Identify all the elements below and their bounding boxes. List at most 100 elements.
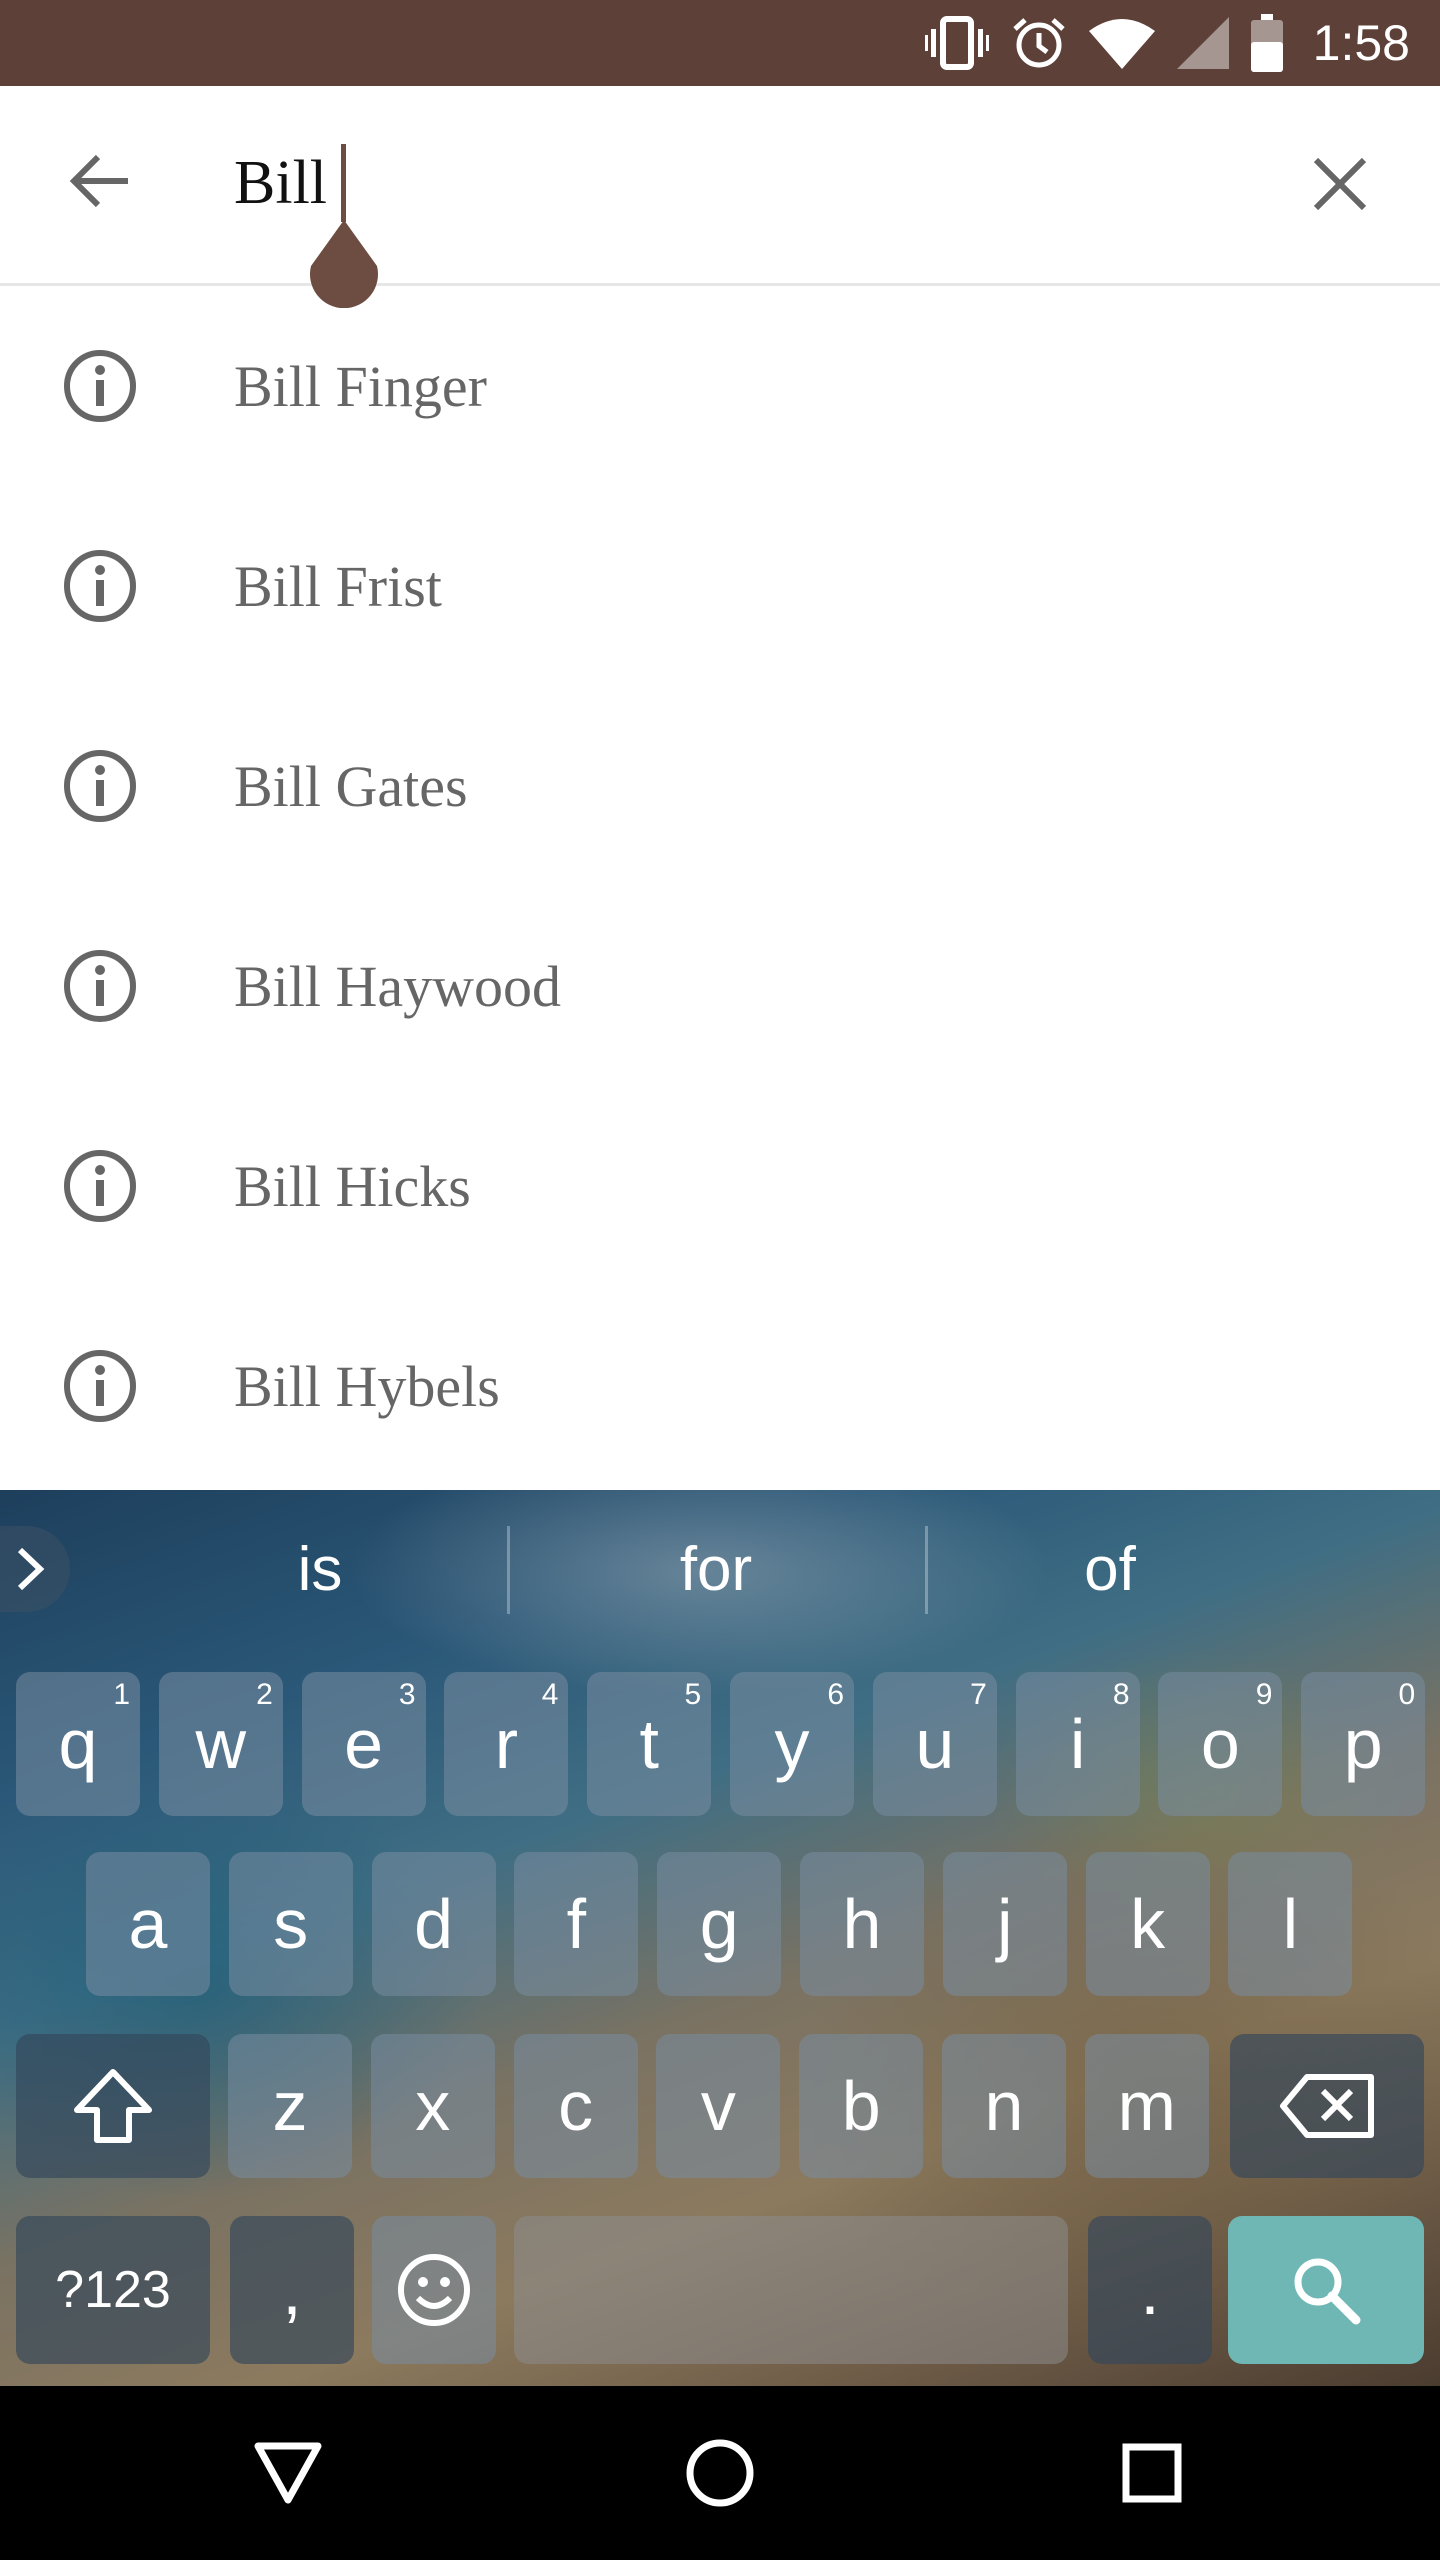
key-t[interactable]: t5 bbox=[587, 1672, 712, 1816]
alarm-icon bbox=[1012, 18, 1065, 68]
suggestion-item[interactable]: Bill Hybels bbox=[0, 1286, 1440, 1486]
period-key[interactable]: . bbox=[1088, 2216, 1212, 2364]
arrow-back-icon bbox=[69, 154, 128, 208]
word-suggestion[interactable]: is bbox=[170, 1530, 470, 1610]
search-key[interactable] bbox=[1228, 2216, 1424, 2364]
suggestion-label: Bill Finger bbox=[234, 353, 487, 419]
info-icon bbox=[60, 1146, 140, 1226]
key-label: t bbox=[639, 1705, 659, 1783]
key-f[interactable]: f bbox=[514, 1852, 639, 1996]
suggestion-item[interactable]: Bill Hicks bbox=[0, 1086, 1440, 1286]
info-icon bbox=[60, 346, 140, 426]
key-hint: 9 bbox=[1255, 1678, 1273, 1711]
key-hint: 2 bbox=[256, 1678, 273, 1711]
close-icon bbox=[1313, 157, 1367, 211]
word-suggestion[interactable]: for bbox=[566, 1530, 866, 1610]
key-label: i bbox=[1069, 1705, 1086, 1783]
key-label: u bbox=[915, 1705, 955, 1783]
suggestion-divider bbox=[925, 1526, 928, 1614]
battery-icon bbox=[1250, 14, 1283, 72]
key-a[interactable]: a bbox=[86, 1852, 210, 1996]
key-r[interactable]: r4 bbox=[444, 1672, 569, 1816]
suggestion-label: Bill Hybels bbox=[234, 1353, 500, 1419]
backspace-key[interactable] bbox=[1230, 2034, 1424, 2178]
recents-square-icon bbox=[1122, 2443, 1182, 2503]
key-label: p bbox=[1343, 1705, 1383, 1783]
key-label: y bbox=[774, 1705, 810, 1783]
shift-key[interactable] bbox=[16, 2034, 210, 2178]
key-v[interactable]: v bbox=[656, 2034, 781, 2178]
key-g[interactable]: g bbox=[657, 1852, 782, 1996]
key-label: e bbox=[344, 1705, 384, 1783]
info-icon bbox=[60, 1346, 140, 1426]
key-j[interactable]: j bbox=[942, 1852, 1067, 1996]
key-h[interactable]: h bbox=[800, 1852, 924, 1996]
key-hint: 3 bbox=[398, 1678, 416, 1711]
key-hint: 5 bbox=[684, 1678, 702, 1711]
status-icons: 1:58 bbox=[924, 0, 1410, 86]
home-circle-icon bbox=[686, 2439, 754, 2507]
key-u[interactable]: u7 bbox=[872, 1672, 997, 1816]
suggestion-item[interactable]: Bill Haywood bbox=[0, 886, 1440, 1086]
clear-search-button[interactable] bbox=[1300, 144, 1380, 224]
space-key[interactable] bbox=[514, 2216, 1068, 2364]
navigation-bar bbox=[0, 2386, 1440, 2560]
search-input[interactable]: Bill bbox=[234, 138, 347, 228]
key-x[interactable]: x bbox=[370, 2034, 495, 2178]
key-w[interactable]: w2 bbox=[158, 1672, 283, 1816]
key-z[interactable]: z bbox=[228, 2034, 352, 2178]
key-k[interactable]: k bbox=[1085, 1852, 1210, 1996]
soft-keyboard: is for of ?123 , . q1w2e3r4t5y6u7i8o9p0a… bbox=[0, 1490, 1440, 2386]
key-b[interactable]: b bbox=[799, 2034, 924, 2178]
emoji-key[interactable] bbox=[372, 2216, 496, 2364]
suggestion-label: Bill Haywood bbox=[234, 953, 562, 1019]
back-button[interactable] bbox=[60, 141, 140, 221]
key-o[interactable]: o9 bbox=[1158, 1672, 1283, 1816]
key-label: r bbox=[494, 1705, 519, 1783]
suggestion-label: Bill Hicks bbox=[234, 1153, 471, 1219]
nav-recents-button[interactable] bbox=[1102, 2423, 1202, 2523]
backspace-icon bbox=[1280, 2074, 1374, 2138]
key-l[interactable]: l bbox=[1228, 1852, 1353, 1996]
status-bar: 1:58 bbox=[0, 0, 1440, 86]
word-suggestion[interactable]: of bbox=[960, 1530, 1260, 1610]
key-label: w bbox=[195, 1705, 247, 1783]
key-y[interactable]: y6 bbox=[730, 1672, 854, 1816]
suggestion-divider bbox=[507, 1526, 510, 1614]
signal-icon bbox=[1176, 17, 1229, 69]
search-icon bbox=[1294, 2258, 1361, 2325]
key-q[interactable]: q1 bbox=[16, 1672, 140, 1816]
comma-key[interactable]: , bbox=[230, 2216, 354, 2364]
key-n[interactable]: n bbox=[942, 2034, 1066, 2178]
expand-toolbar-button[interactable] bbox=[0, 1526, 70, 1612]
suggestion-label: Bill Frist bbox=[234, 553, 442, 619]
clock-time: 1:58 bbox=[1312, 15, 1410, 71]
key-label: q bbox=[58, 1705, 98, 1783]
key-c[interactable]: c bbox=[513, 2034, 638, 2178]
keyboard-suggestion-strip: is for of bbox=[0, 1490, 1440, 1650]
key-d[interactable]: d bbox=[371, 1852, 496, 1996]
key-m[interactable]: m bbox=[1084, 2034, 1209, 2178]
key-e[interactable]: e3 bbox=[301, 1672, 426, 1816]
info-icon bbox=[60, 946, 140, 1026]
key-hint: 8 bbox=[1112, 1678, 1130, 1711]
key-p[interactable]: p0 bbox=[1301, 1672, 1426, 1816]
back-triangle-icon bbox=[254, 2442, 322, 2504]
nav-home-button[interactable] bbox=[670, 2423, 770, 2523]
key-hint: 1 bbox=[113, 1678, 130, 1711]
key-i[interactable]: i8 bbox=[1015, 1672, 1140, 1816]
key-hint: 7 bbox=[970, 1678, 987, 1711]
key-hint: 0 bbox=[1398, 1678, 1416, 1711]
info-icon bbox=[60, 746, 140, 826]
symbols-key[interactable]: ?123 bbox=[16, 2216, 210, 2364]
suggestion-label: Bill Gates bbox=[234, 753, 468, 819]
suggestion-item[interactable]: Bill Finger bbox=[0, 286, 1440, 486]
emoji-icon bbox=[398, 2254, 470, 2326]
vibrate-icon bbox=[924, 16, 989, 70]
key-label: o bbox=[1200, 1705, 1240, 1783]
suggestion-item[interactable]: Bill Frist bbox=[0, 486, 1440, 686]
key-s[interactable]: s bbox=[228, 1852, 353, 1996]
search-header: Bill bbox=[0, 86, 1440, 308]
suggestion-item[interactable]: Bill Gates bbox=[0, 686, 1440, 886]
nav-back-button[interactable] bbox=[238, 2423, 338, 2523]
